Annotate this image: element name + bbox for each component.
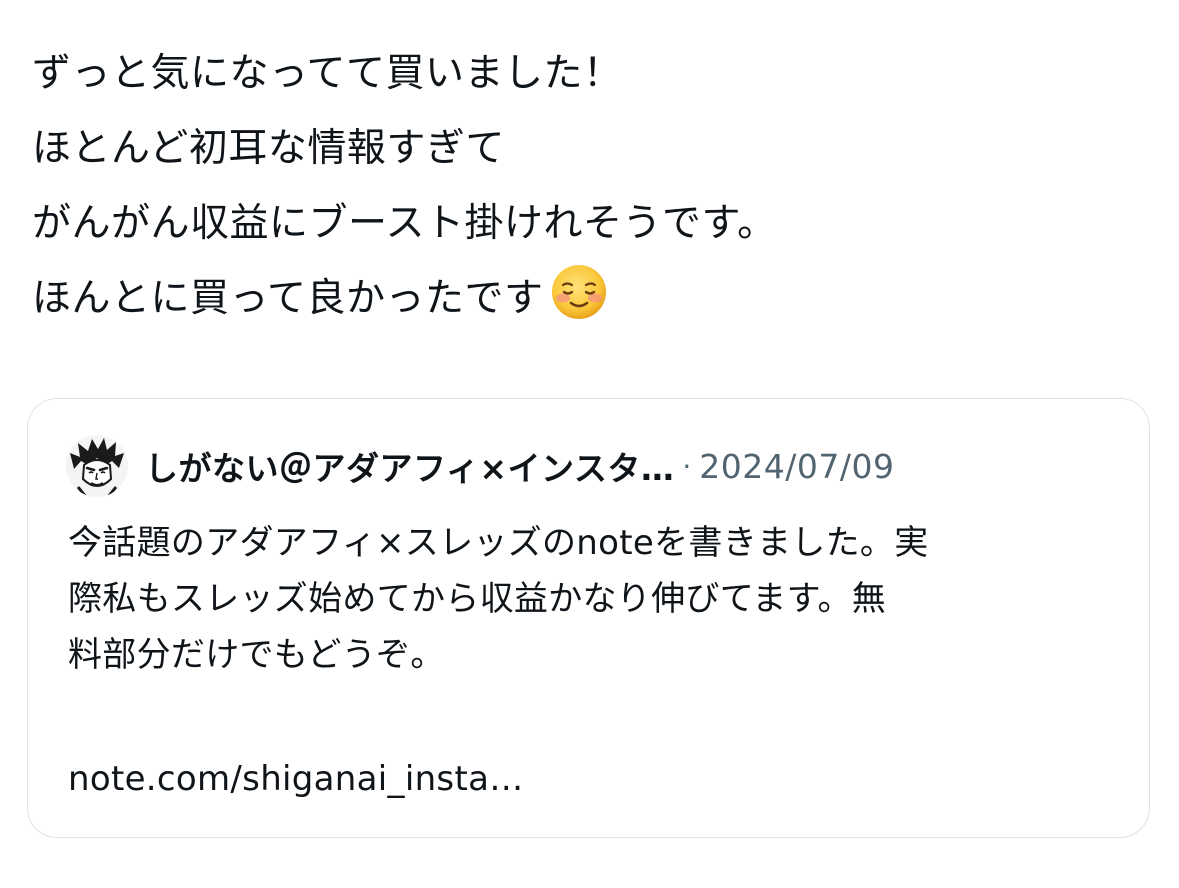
post-text: ずっと気になってて買いました！ ほとんど初耳な情報すぎて がんがん収益にブースト… <box>32 36 1152 336</box>
post-line-2: ほとんど初耳な情報すぎて <box>32 126 505 171</box>
smiling-face-icon <box>550 263 608 321</box>
quoted-post-body: 今話題のアダアフィ×スレッズのnoteを書きました。実 際私もスレッズ始めてから… <box>68 515 1128 683</box>
quoted-post-card[interactable]: しがない＠アダアフィ×インスタ… · 2024/07/09 今話題のアダアフィ×… <box>27 398 1150 838</box>
post-line-1: ずっと気になってて買いました！ <box>32 51 623 96</box>
author-name[interactable]: しがない＠アダアフィ×インスタ… <box>145 442 674 490</box>
quoted-post-header: しがない＠アダアフィ×インスタ… · 2024/07/09 <box>66 433 894 499</box>
post-line-4: ほんとに買って良かったです <box>32 261 1152 336</box>
avatar-illustration <box>66 435 128 497</box>
author-avatar[interactable] <box>66 435 128 497</box>
quote-date[interactable]: 2024/07/09 <box>699 447 894 486</box>
note-link[interactable]: note.com/shiganai_insta… <box>68 751 524 807</box>
post-line-3: がんがん収益にブースト掛けれそうです。 <box>32 201 777 246</box>
quote-body-line-2: 際私もスレッズ始めてから収益かなり伸びてます。無 <box>68 579 887 619</box>
quote-body-line-1: 今話題のアダアフィ×スレッズのnoteを書きました。実 <box>68 523 929 563</box>
separator-dot: · <box>682 449 692 483</box>
quote-body-line-3: 料部分だけでもどうぞ。 <box>68 635 445 675</box>
post-line-4-text: ほんとに買って良かったです <box>32 276 544 321</box>
